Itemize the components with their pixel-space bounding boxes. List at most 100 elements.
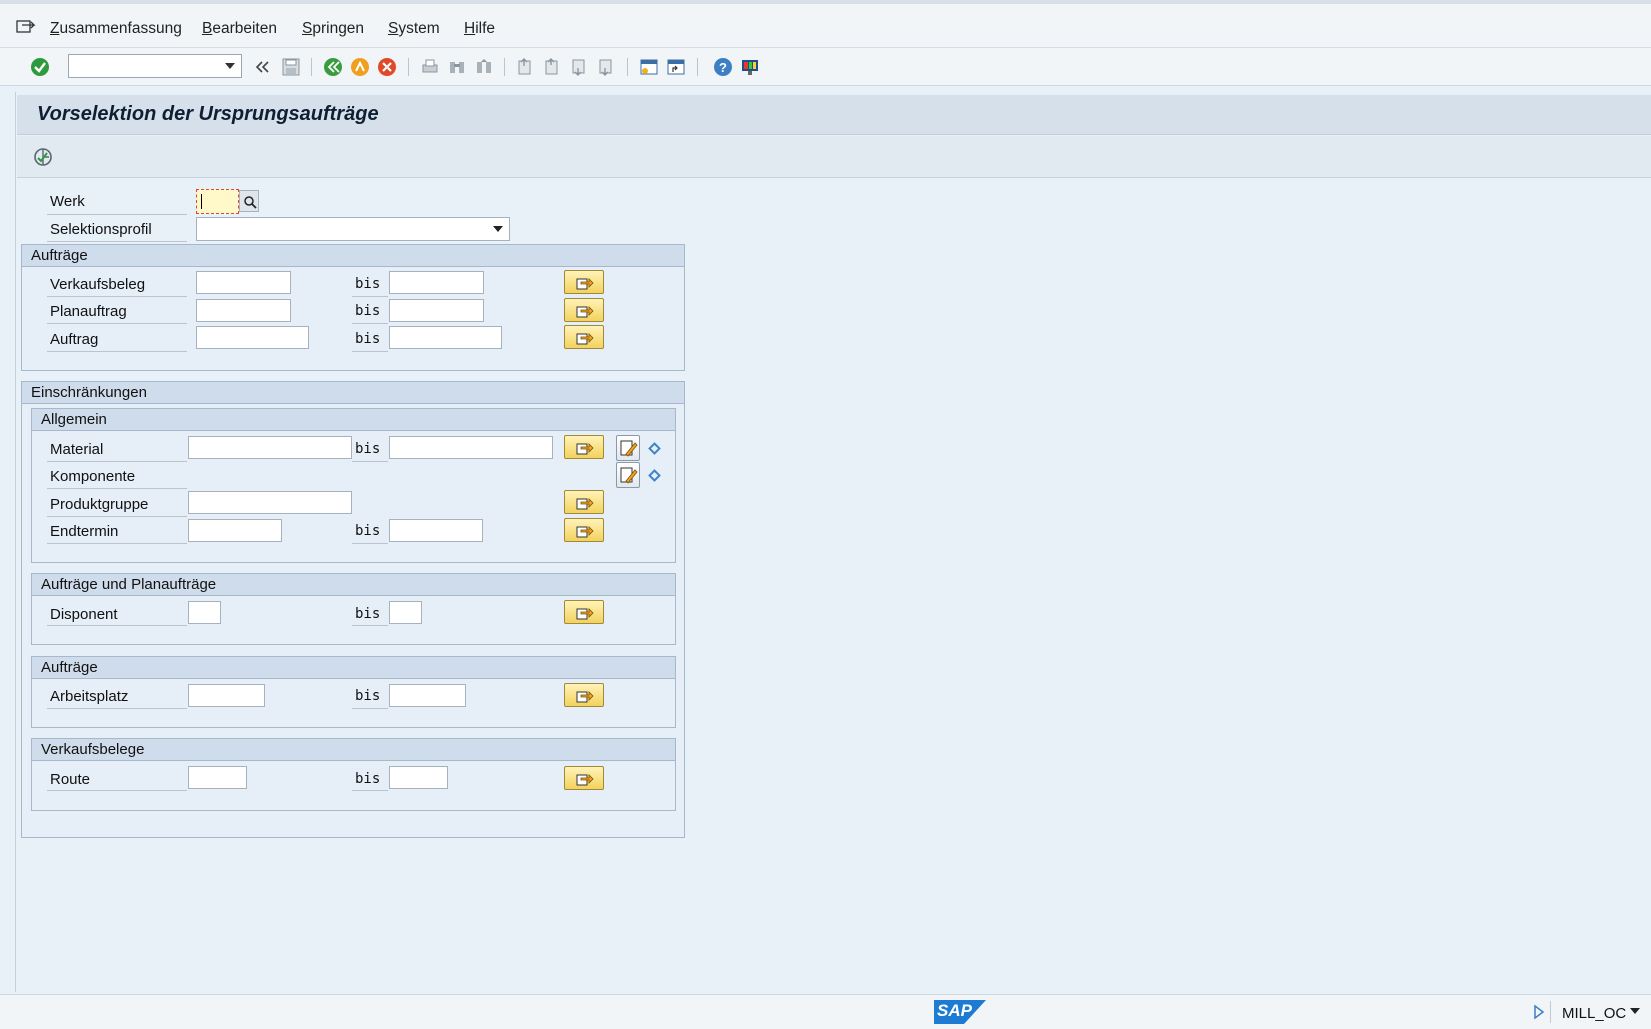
text-cursor <box>201 194 202 209</box>
endtermin-multiple-selection-button[interactable] <box>564 518 604 542</box>
back-double-arrow-icon[interactable] <box>253 57 273 77</box>
menu-bar: Zusammenfassung Bearbeiten Springen Syst… <box>0 0 1651 48</box>
cancel-icon[interactable] <box>377 57 397 77</box>
menu-summary-label: usammenfassung <box>59 20 182 37</box>
planauftrag-from-input[interactable] <box>196 299 291 322</box>
menu-toggle-icon[interactable] <box>16 18 36 34</box>
material-multiple-selection-button[interactable] <box>564 435 604 459</box>
label-underline <box>352 543 388 544</box>
exit-icon[interactable] <box>350 57 370 77</box>
arbeitsplatz-to-input[interactable] <box>389 684 466 707</box>
system-info-label[interactable]: MILL_OC <box>1562 1005 1626 1022</box>
shortcut-icon[interactable] <box>666 57 686 77</box>
route-to-input[interactable] <box>389 766 448 789</box>
chevron-down-icon[interactable] <box>1630 1008 1640 1014</box>
toolbar-separator <box>627 58 628 76</box>
arbeitsplatz-from-input[interactable] <box>188 684 265 707</box>
label-underline <box>352 708 388 709</box>
menu-edit-label: earbeiten <box>212 20 277 37</box>
menu-goto[interactable]: Springen <box>302 20 364 38</box>
planauftrag-label: Planauftrag <box>50 303 127 320</box>
menu-edit[interactable]: Bearbeiten <box>202 20 277 38</box>
label-underline <box>47 708 187 709</box>
find-next-icon[interactable] <box>474 57 494 77</box>
multiple-selection-arrow-icon <box>576 526 594 538</box>
help-icon[interactable]: ? <box>713 57 733 77</box>
planauftrag-to-input[interactable] <box>389 299 484 322</box>
material-to-input[interactable] <box>389 436 553 459</box>
werk-input[interactable] <box>196 189 239 214</box>
verkaufsbeleg-label: Verkaufsbeleg <box>50 276 146 293</box>
find-icon[interactable] <box>447 57 467 77</box>
disponent-label: Disponent <box>50 606 118 623</box>
selektionsprofil-select[interactable] <box>196 217 510 241</box>
content-border <box>15 92 16 992</box>
multiple-selection-arrow-icon <box>576 691 594 703</box>
label-underline <box>352 625 388 626</box>
label-underline <box>47 241 187 242</box>
sap-logo-text: SAP <box>937 1001 972 1020</box>
multiple-selection-arrow-icon <box>576 333 594 345</box>
disponent-from-input[interactable] <box>188 601 221 624</box>
produktgruppe-input[interactable] <box>188 491 352 514</box>
label-underline <box>47 488 187 489</box>
komponente-label: Komponente <box>50 468 136 485</box>
auftrag-to-input[interactable] <box>389 326 502 349</box>
print-icon[interactable] <box>420 57 440 77</box>
verkaufsbeleg-from-input[interactable] <box>196 271 291 294</box>
auftrag-from-input[interactable] <box>196 326 309 349</box>
auftrag-multiple-selection-button[interactable] <box>564 325 604 349</box>
first-page-icon[interactable] <box>515 57 535 77</box>
menu-summary[interactable]: Zusammenfassung <box>50 20 182 38</box>
status-expand-arrow-icon[interactable] <box>1533 1004 1545 1020</box>
label-underline <box>352 461 388 462</box>
create-session-icon[interactable] <box>639 57 659 77</box>
endtermin-from-input[interactable] <box>188 519 282 542</box>
save-icon[interactable] <box>281 57 301 77</box>
next-page-icon[interactable] <box>569 57 589 77</box>
label-underline <box>47 625 187 626</box>
sap-logo: SAP <box>934 1000 986 1024</box>
material-label: Material <box>50 441 104 458</box>
werk-value-help-button[interactable] <box>239 190 259 212</box>
edit-selection-icon <box>620 467 638 484</box>
multiple-selection-arrow-icon <box>576 774 594 786</box>
arbeitsplatz-multiple-selection-button[interactable] <box>564 683 604 707</box>
label-underline <box>47 543 187 544</box>
verkaufsbelege-group-title: Verkaufsbelege <box>41 741 145 758</box>
customize-layout-icon[interactable] <box>740 57 760 77</box>
komponente-selection-options-button[interactable] <box>616 462 640 488</box>
last-page-icon[interactable] <box>596 57 616 77</box>
previous-page-icon[interactable] <box>542 57 562 77</box>
execute-icon[interactable] <box>32 146 54 168</box>
toolbar-separator <box>311 58 312 76</box>
route-from-input[interactable] <box>188 766 247 789</box>
verkaufsbelege-group-header: Verkaufsbelege <box>32 739 675 761</box>
menu-system[interactable]: System <box>388 20 440 38</box>
produktgruppe-multiple-selection-button[interactable] <box>564 490 604 514</box>
chevron-down-icon[interactable] <box>493 226 503 232</box>
verkaufsbeleg-to-input[interactable] <box>389 271 484 294</box>
menu-help[interactable]: Hilfe <box>464 20 495 38</box>
material-from-input[interactable] <box>188 436 352 459</box>
planauftrag-multiple-selection-button[interactable] <box>564 298 604 322</box>
route-bis-label: bis <box>355 771 381 787</box>
endtermin-to-input[interactable] <box>389 519 483 542</box>
label-underline <box>47 461 187 462</box>
disponent-to-input[interactable] <box>389 601 422 624</box>
einschraenkungen-group-title: Einschränkungen <box>31 384 147 401</box>
verkaufsbeleg-multiple-selection-button[interactable] <box>564 270 604 294</box>
route-multiple-selection-button[interactable] <box>564 766 604 790</box>
label-underline <box>352 296 388 297</box>
back-icon[interactable] <box>323 57 343 77</box>
command-field[interactable] <box>68 54 242 78</box>
label-underline <box>47 214 187 215</box>
material-selection-options-button[interactable] <box>616 435 640 461</box>
allgemein-group-title: Allgemein <box>41 411 107 428</box>
toolbar-separator <box>408 58 409 76</box>
edit-selection-icon <box>620 440 638 457</box>
label-underline <box>352 323 388 324</box>
disponent-multiple-selection-button[interactable] <box>564 600 604 624</box>
enter-icon[interactable] <box>30 57 50 77</box>
chevron-down-icon[interactable] <box>225 63 235 69</box>
